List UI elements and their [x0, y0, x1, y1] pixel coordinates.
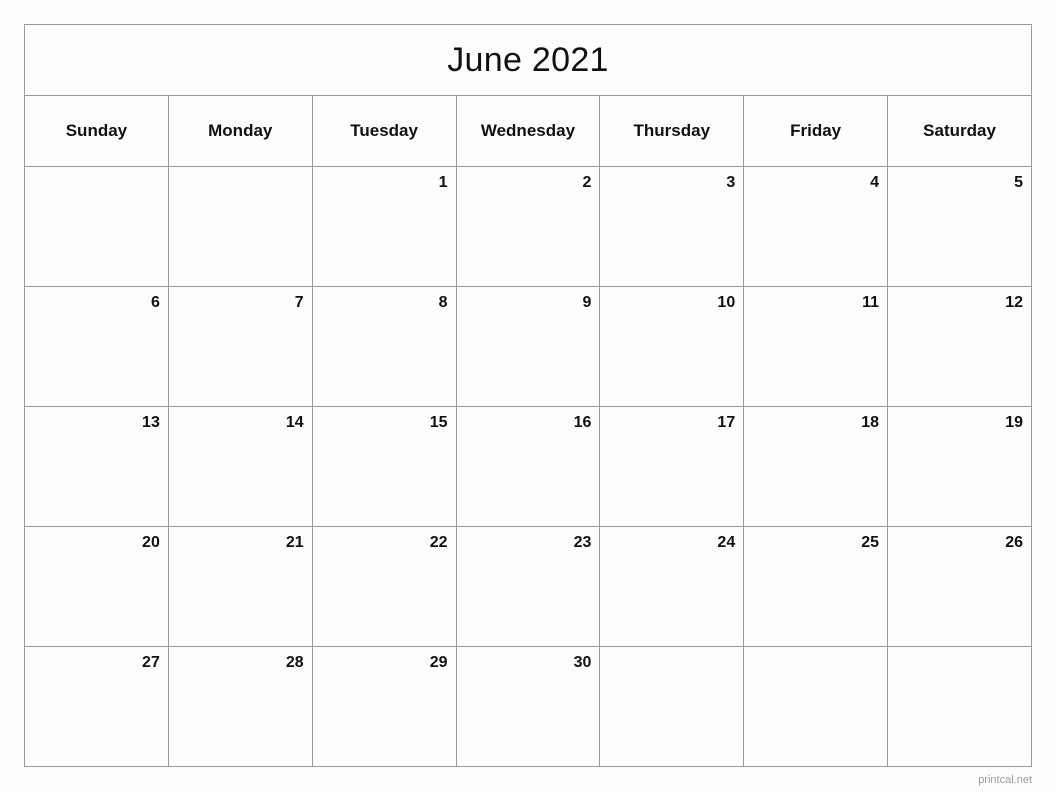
page-title: June 2021 [447, 41, 609, 79]
date-number: 15 [429, 414, 448, 431]
date-number: 20 [142, 534, 160, 551]
date-number: 7 [294, 294, 304, 311]
date-number: 22 [429, 534, 448, 551]
calendar-day-cell[interactable]: 10 [599, 286, 745, 407]
calendar-day-cell[interactable]: 3 [599, 166, 745, 287]
calendar-day-cell[interactable]: 0 [887, 646, 1032, 767]
date-number: 3 [726, 174, 736, 191]
date-number: 29 [429, 654, 448, 671]
calendar-day-cell[interactable]: 30 [455, 646, 601, 767]
calendar-week-row: 20 21 22 23 24 25 26 [24, 526, 1032, 647]
weekday-header-label: Monday [208, 121, 273, 140]
calendar-day-cell[interactable]: 23 [455, 526, 601, 647]
date-number: 27 [142, 654, 160, 671]
weekday-header-tuesday: Tuesday [311, 95, 457, 167]
date-number: 23 [573, 534, 592, 551]
calendar-day-cell[interactable]: 20 [24, 526, 169, 647]
date-number: 21 [285, 534, 304, 551]
calendar-day-cell[interactable]: 14 [167, 406, 313, 527]
calendar-day-cell[interactable]: 19 [887, 406, 1032, 527]
footer: printcal.net [24, 770, 1032, 788]
calendar-table: June 2021 Sunday Monday Tuesday Wednesda… [24, 24, 1032, 767]
weekday-header-saturday: Saturday [887, 95, 1032, 167]
calendar-day-cell[interactable]: 17 [599, 406, 745, 527]
date-number: 14 [285, 414, 304, 431]
weekday-header-label: Tuesday [350, 121, 418, 140]
date-number: 6 [150, 294, 160, 311]
calendar-day-cell[interactable]: 15 [311, 406, 457, 527]
date-number: 8 [438, 294, 448, 311]
calendar-day-cell[interactable]: 4 [743, 166, 889, 287]
calendar-title-row: June 2021 [24, 24, 1032, 96]
date-number: 9 [582, 294, 592, 311]
date-number: 26 [1005, 534, 1023, 551]
calendar-day-cell[interactable]: 6 [24, 286, 169, 407]
calendar-day-cell[interactable]: 16 [455, 406, 601, 527]
date-number: 4 [870, 174, 880, 191]
calendar-week-row: 13 14 15 16 17 18 19 [24, 406, 1032, 527]
calendar-day-cell[interactable]: 26 [887, 526, 1032, 647]
calendar-day-cell[interactable]: 13 [24, 406, 169, 527]
calendar-day-cell[interactable]: 0 [599, 646, 745, 767]
calendar-day-cell[interactable]: 21 [167, 526, 313, 647]
date-number: 18 [861, 414, 880, 431]
weekday-header-friday: Friday [743, 95, 889, 167]
date-number: 25 [861, 534, 880, 551]
date-number: 13 [142, 414, 160, 431]
date-number: 19 [1005, 414, 1023, 431]
weekday-header-label: Thursday [633, 121, 711, 140]
calendar-title-cell: June 2021 [24, 24, 1032, 96]
date-number: 1 [438, 174, 448, 191]
calendar-day-cell[interactable]: 22 [311, 526, 457, 647]
calendar-week-row: 27 28 29 30 0 0 0 [24, 646, 1032, 767]
weekday-header-label: Saturday [923, 121, 996, 140]
watermark-label: printcal.net [978, 774, 1032, 786]
calendar-day-cell[interactable]: 11 [743, 286, 889, 407]
date-number: 24 [717, 534, 736, 551]
calendar-day-cell[interactable]: 9 [455, 286, 601, 407]
weekday-header-row: Sunday Monday Tuesday Wednesday Thursday… [24, 95, 1032, 167]
calendar-day-cell[interactable]: 1 [311, 166, 457, 287]
weekday-header-thursday: Thursday [599, 95, 745, 167]
weekday-header-sunday: Sunday [24, 95, 169, 167]
date-number: 12 [1005, 294, 1023, 311]
calendar-day-cell[interactable]: 8 [311, 286, 457, 407]
date-number: 11 [862, 294, 880, 311]
calendar-day-cell[interactable]: 5 [887, 166, 1032, 287]
weekday-header-label: Sunday [65, 121, 128, 140]
date-number: 16 [573, 414, 592, 431]
date-number: 28 [285, 654, 304, 671]
calendar-day-cell[interactable]: 24 [599, 526, 745, 647]
date-number: 2 [582, 174, 592, 191]
calendar-week-row: 6 7 8 9 10 11 12 [24, 286, 1032, 407]
calendar-page: June 2021 Sunday Monday Tuesday Wednesda… [0, 0, 1056, 792]
weekday-header-label: Friday [790, 121, 842, 140]
calendar-day-cell[interactable]: 28 [167, 646, 313, 767]
date-number: 30 [573, 654, 592, 671]
weekday-header-wednesday: Wednesday [455, 95, 601, 167]
date-number: 5 [1014, 174, 1023, 191]
calendar-day-cell[interactable]: 0 [24, 166, 169, 287]
calendar-day-cell[interactable]: 25 [743, 526, 889, 647]
calendar-week-row: 0 0 1 2 3 4 5 [24, 166, 1032, 287]
date-number: 17 [717, 414, 736, 431]
calendar-day-cell[interactable]: 27 [24, 646, 169, 767]
calendar-day-cell[interactable]: 7 [167, 286, 313, 407]
calendar-day-cell[interactable]: 2 [455, 166, 601, 287]
weekday-header-monday: Monday [167, 95, 313, 167]
calendar-day-cell[interactable]: 0 [167, 166, 313, 287]
calendar-day-cell[interactable]: 18 [743, 406, 889, 527]
calendar-day-cell[interactable]: 29 [311, 646, 457, 767]
date-number: 10 [717, 294, 736, 311]
calendar-day-cell[interactable]: 0 [743, 646, 889, 767]
weekday-header-label: Wednesday [480, 121, 576, 140]
calendar-day-cell[interactable]: 12 [887, 286, 1032, 407]
